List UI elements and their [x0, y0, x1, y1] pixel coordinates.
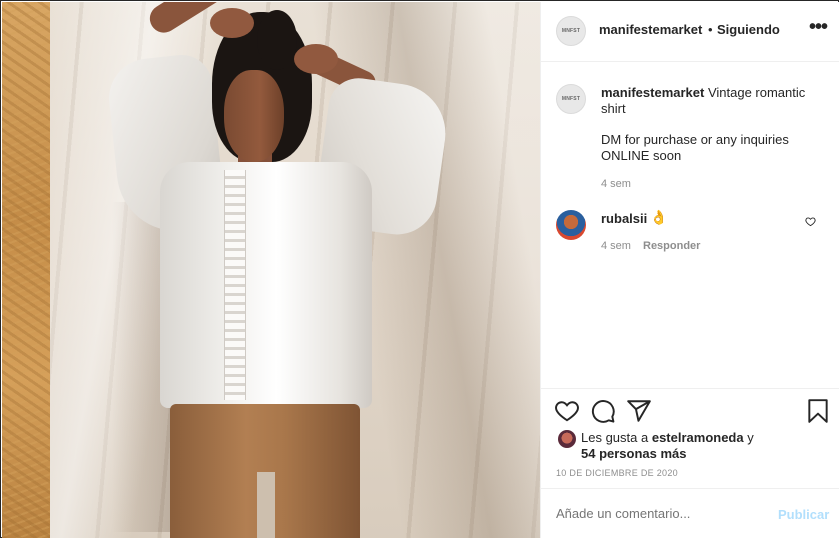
comment-username[interactable]: rubalsii — [601, 211, 647, 226]
lace-placket — [224, 170, 246, 400]
white-shirt — [160, 162, 372, 408]
heart-outline-icon[interactable] — [805, 216, 816, 230]
model-face — [224, 70, 284, 162]
post-header: MNFST manifestemarket • Siguiendo ••• — [541, 2, 839, 62]
model-right-hand — [294, 44, 338, 74]
comment-timestamp[interactable]: 4 sem — [601, 240, 631, 252]
header-separator: • — [708, 22, 713, 37]
model-left-hand — [210, 8, 254, 38]
caption-author-avatar[interactable]: MNFST — [556, 84, 586, 114]
likes-others[interactable]: 54 personas más — [581, 446, 687, 461]
liker-username[interactable]: estelramoneda — [652, 430, 744, 445]
likes-connector: y — [747, 430, 754, 445]
commenter-avatar[interactable] — [556, 210, 586, 240]
likes-line: Les gusta a estelramoneda y — [581, 430, 754, 445]
author-username[interactable]: manifestemarket — [599, 22, 702, 37]
reply-button[interactable]: Responder — [643, 240, 700, 252]
caption-line2: DM for purchase or any inquiries ONLINE … — [601, 132, 789, 163]
likes-prefix: Les gusta a — [581, 430, 649, 445]
caption-username[interactable]: manifestemarket — [601, 85, 704, 100]
paper-plane-icon[interactable] — [626, 398, 652, 424]
follow-status-button[interactable]: Siguiendo — [717, 22, 780, 37]
caption-text: manifestemarket Vintage romantic shirt — [601, 85, 826, 117]
caption-timestamp[interactable]: 4 sem — [601, 178, 631, 190]
post-date[interactable]: 10 DE DICIEMBRE DE 2020 — [556, 468, 678, 478]
model-hair-bun — [257, 10, 297, 70]
bookmark-icon[interactable] — [805, 398, 831, 424]
publish-button[interactable]: Publicar — [778, 507, 829, 522]
comment-icon[interactable] — [590, 398, 616, 424]
post-side-panel: MNFST manifestemarket • Siguiendo ••• MN… — [540, 2, 839, 538]
add-comment-divider — [541, 488, 839, 489]
more-horizontal-icon[interactable]: ••• — [809, 16, 828, 39]
action-bar-divider — [541, 388, 839, 389]
instagram-post-dialog: MNFST manifestemarket • Siguiendo ••• MN… — [0, 0, 839, 538]
add-comment-input[interactable] — [556, 506, 756, 521]
comment-text: 👌 — [650, 209, 668, 225]
pants-leg-gap — [257, 472, 275, 538]
liker-avatar[interactable] — [558, 430, 576, 448]
likes-others-count[interactable]: 54 personas más — [581, 446, 687, 461]
heart-outline-icon[interactable] — [554, 398, 580, 424]
author-avatar[interactable]: MNFST — [556, 16, 586, 46]
post-photo[interactable] — [2, 2, 540, 538]
